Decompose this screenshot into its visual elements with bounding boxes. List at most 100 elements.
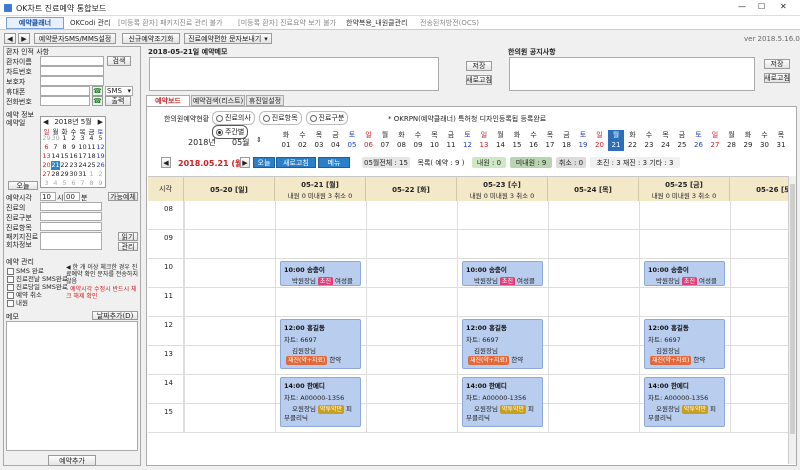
- strip-day[interactable]: 목 24: [658, 130, 674, 151]
- strip-day[interactable]: 월 14: [493, 130, 509, 151]
- appointment-card[interactable]: 14:00 한메디 차트: A00000-1356 오원장님 약투약만 피부클리닉: [644, 377, 725, 427]
- calendar-day[interactable]: 25: [87, 161, 96, 170]
- strip-day[interactable]: 금 11: [443, 130, 459, 151]
- patient-name-input[interactable]: [40, 56, 104, 66]
- calendar-day[interactable]: 27: [42, 170, 51, 179]
- calendar-day[interactable]: 30: [69, 170, 78, 179]
- close-icon[interactable]: ✕: [780, 2, 787, 11]
- strip-day[interactable]: 토 12: [460, 130, 476, 151]
- strip-day[interactable]: 월 07: [377, 130, 393, 151]
- new-reserve-button[interactable]: 신규예약조기화: [122, 33, 180, 44]
- appointment-card[interactable]: 12:00 홍길동 차트: 6697 김원장님재진(약+치료) 한약: [280, 319, 361, 369]
- notice-save-button[interactable]: 저장: [764, 59, 790, 69]
- strip-day[interactable]: 토 05: [344, 130, 360, 151]
- calendar-day[interactable]: 7: [78, 179, 87, 188]
- view-radio[interactable]: 진료구분: [305, 111, 349, 125]
- appointment-card[interactable]: 14:00 한메디 차트: A00000-1356 오원장님 약투약만 피부클리닉: [280, 377, 361, 427]
- mobile-input[interactable]: [40, 86, 90, 96]
- phone-icon[interactable]: ☎: [92, 86, 103, 96]
- calendar-day[interactable]: 9: [96, 179, 105, 188]
- calendar-day[interactable]: 24: [78, 161, 87, 170]
- next-button[interactable]: ▶: [18, 33, 30, 44]
- chart-number-input[interactable]: [40, 66, 104, 76]
- appointment-card[interactable]: 10:00 송충이박원장님초진여성클리닉: [280, 261, 361, 286]
- calendar-day[interactable]: 8: [87, 179, 96, 188]
- tab-holiday[interactable]: 휴진일설정: [246, 95, 284, 106]
- appointment-card[interactable]: 10:00 송충이박원장님초진여성클리닉: [462, 261, 543, 286]
- reserve-option[interactable]: 진료당일 SMS완료: [7, 281, 68, 291]
- reserve-option[interactable]: 진료전날 SMS완료: [7, 273, 68, 283]
- add-reserve-button[interactable]: 예약추가: [48, 455, 96, 466]
- date-add-button[interactable]: 날짜추가(D): [92, 311, 138, 320]
- day-column-header[interactable]: 05-22 [화]: [366, 177, 457, 201]
- menu-prescription[interactable]: 전송된처방전(OCS): [420, 17, 479, 29]
- maximize-icon[interactable]: ☐: [758, 2, 765, 11]
- checkbox[interactable]: [7, 299, 14, 307]
- memo-textarea[interactable]: [6, 321, 138, 451]
- strip-day[interactable]: 화 08: [394, 130, 410, 151]
- strip-day[interactable]: 월 21: [608, 130, 624, 151]
- calendar-day[interactable]: 2: [96, 170, 105, 179]
- minute-select[interactable]: 00: [64, 192, 80, 201]
- notice-refresh-button[interactable]: 새로고침: [764, 73, 790, 83]
- strip-day[interactable]: 화 01: [278, 130, 294, 151]
- strip-day[interactable]: 수 23: [641, 130, 657, 151]
- day-memo-textarea[interactable]: [149, 57, 439, 91]
- calendar-day[interactable]: 2: [69, 134, 78, 143]
- strip-day[interactable]: 금 04: [328, 130, 344, 151]
- strip-day[interactable]: 일 20: [592, 130, 608, 151]
- available-time-button[interactable]: 가능예체: [108, 192, 138, 201]
- calendar-day[interactable]: 30: [51, 134, 60, 143]
- type-select[interactable]: [40, 212, 102, 221]
- calendar-day[interactable]: 31: [78, 170, 87, 179]
- strip-day[interactable]: 수 16: [526, 130, 542, 151]
- strip-day[interactable]: 화 22: [625, 130, 641, 151]
- menu-package[interactable]: [미등록 환자] 패키지진료 관리 불가: [118, 17, 223, 29]
- month-spin-icon[interactable]: ⇕: [256, 136, 262, 144]
- item-select[interactable]: [40, 222, 102, 231]
- calendar-day[interactable]: 15: [60, 152, 69, 161]
- strip-day[interactable]: 토 26: [691, 130, 707, 151]
- cal-next-icon[interactable]: ▶: [98, 118, 103, 126]
- tab-board[interactable]: 예약보드: [146, 95, 190, 106]
- calendar-day[interactable]: 13: [42, 152, 51, 161]
- strip-day[interactable]: 목 17: [542, 130, 558, 151]
- sms-settings-button[interactable]: 예약문자SMS/MMS설정: [34, 33, 116, 44]
- calendar-day[interactable]: 21: [51, 161, 60, 170]
- calendar-day[interactable]: 9: [69, 143, 78, 152]
- calendar-day[interactable]: 5: [60, 179, 69, 188]
- calendar-day[interactable]: 7: [51, 143, 60, 152]
- phone-call-icon[interactable]: ☎: [92, 96, 103, 106]
- cal-prev-icon[interactable]: ◀: [43, 118, 48, 126]
- appointment-card[interactable]: 12:00 홍길동 차트: 6697 김원장님재진(약+치료) 한약: [462, 319, 543, 369]
- calendar-day[interactable]: 3: [78, 134, 87, 143]
- day-column-header[interactable]: 05-23 [수] 내원 0 미내원 3 취소 0: [457, 177, 548, 201]
- calendar-day[interactable]: 20: [42, 161, 51, 170]
- calendar-day[interactable]: 11: [87, 143, 96, 152]
- hour-select[interactable]: 10: [40, 192, 56, 201]
- grid-scrollbar[interactable]: [788, 176, 796, 464]
- calendar-day[interactable]: 16: [69, 152, 78, 161]
- day-column-header[interactable]: 05-24 [목]: [548, 177, 639, 201]
- calendar-day[interactable]: 4: [87, 134, 96, 143]
- calendar-day[interactable]: 29: [60, 170, 69, 179]
- day-column-header[interactable]: 05-25 [금] 내원 0 미내원 3 취소 0: [639, 177, 730, 201]
- calendar-day[interactable]: 28: [51, 170, 60, 179]
- day-column-header[interactable]: 05-26 [토]: [730, 177, 788, 201]
- package-field[interactable]: [40, 232, 102, 250]
- calendar-day[interactable]: 8: [60, 143, 69, 152]
- strip-day[interactable]: 일 06: [361, 130, 377, 151]
- menu-okcodi[interactable]: OKCodi 관리: [70, 17, 110, 29]
- doctor-select[interactable]: [40, 202, 102, 211]
- calendar-day[interactable]: 5: [96, 134, 105, 143]
- calendar-day[interactable]: 1: [60, 134, 69, 143]
- calendar-day[interactable]: 4: [51, 179, 60, 188]
- memo-save-button[interactable]: 저장: [466, 61, 492, 71]
- calendar-day[interactable]: 29: [42, 134, 51, 143]
- menu-summary[interactable]: [미등록 환자] 진료요약 보기 불가: [238, 17, 336, 29]
- menu-nav-button[interactable]: 메뉴: [318, 157, 350, 168]
- manage-button[interactable]: 관리: [118, 242, 138, 251]
- calendar-day[interactable]: 17: [78, 152, 87, 161]
- strip-day[interactable]: 토 19: [575, 130, 591, 151]
- sms-select[interactable]: SMS ▾: [105, 86, 133, 96]
